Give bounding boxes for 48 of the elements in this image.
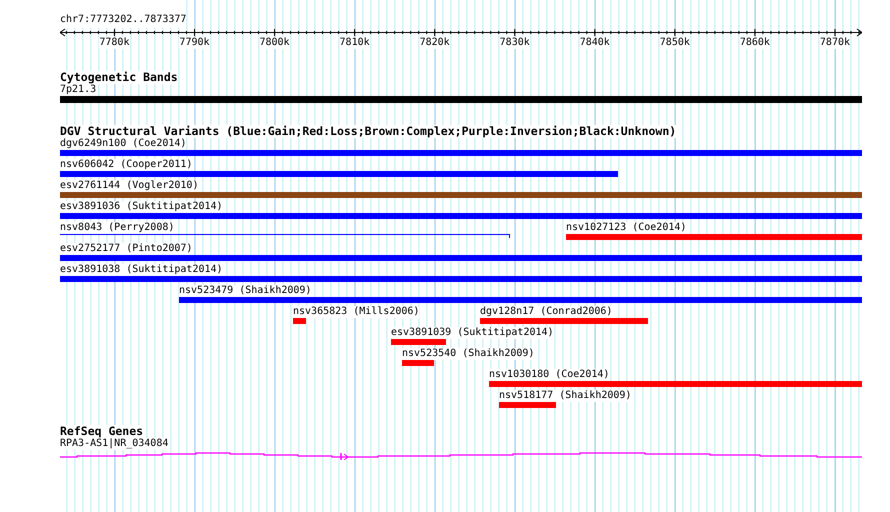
variant-label: esv2752177 (Pinto2007) bbox=[60, 243, 192, 255]
tick-label: 7840k bbox=[580, 37, 610, 49]
variant-bar[interactable] bbox=[60, 276, 862, 282]
variant-label: esv3891036 (Suktitipat2014) bbox=[60, 201, 223, 213]
variant-bar[interactable] bbox=[391, 339, 446, 345]
variant-bar[interactable] bbox=[293, 318, 306, 324]
variant-bar[interactable] bbox=[60, 213, 862, 219]
variant-bar[interactable] bbox=[566, 234, 862, 240]
variant-label: nsv1027123 (Coe2014) bbox=[566, 222, 686, 234]
variant-label: dgv6249n100 (Coe2014) bbox=[60, 138, 186, 150]
variant-label: nsv1030180 (Coe2014) bbox=[489, 369, 610, 381]
variant-bar[interactable] bbox=[60, 255, 862, 261]
variant-label: nsv523540 (Shaikh2009) bbox=[402, 348, 534, 360]
variant-bar[interactable] bbox=[179, 297, 862, 303]
tick-label: 7810k bbox=[340, 37, 370, 49]
variant-label: nsv8043 (Perry2008) bbox=[60, 222, 174, 234]
tick-label: 7820k bbox=[420, 37, 450, 49]
variant-label: nsv523479 (Shaikh2009) bbox=[179, 285, 312, 297]
tick-label: 7800k bbox=[259, 37, 290, 49]
cytoband-bar[interactable] bbox=[60, 96, 862, 103]
track-title: RefSeq Genes bbox=[60, 425, 144, 438]
variant-label: esv2761144 (Vogler2010) bbox=[60, 180, 198, 192]
tick-label: 7790k bbox=[179, 37, 210, 49]
variant-label: esv3891038 (Suktitipat2014) bbox=[60, 264, 223, 276]
variant-line[interactable] bbox=[60, 234, 510, 238]
tick-label: 7860k bbox=[740, 37, 770, 49]
band-label: 7p21.3 bbox=[60, 84, 96, 96]
variant-bar[interactable] bbox=[480, 318, 648, 324]
variant-bar[interactable] bbox=[60, 192, 862, 198]
tick-label: 7870k bbox=[820, 37, 850, 49]
track-title: Cytogenetic Bands bbox=[60, 71, 178, 84]
tick-label: 7850k bbox=[660, 37, 690, 49]
location-label: chr7:7773202..7873377 bbox=[60, 0, 186, 28]
variant-bar[interactable] bbox=[402, 360, 434, 366]
variant-bar[interactable] bbox=[60, 171, 618, 177]
variant-label: esv3891039 (Suktitipat2014) bbox=[391, 327, 554, 339]
track-title: DGV Structural Variants (Blue:Gain;Red:Loss;Brown:Complex;Purple:Inversion;Black:Unknown) bbox=[60, 125, 676, 138]
variant-label: dgv128n17 (Conrad2006) bbox=[480, 306, 612, 318]
variant-label: nsv606042 (Cooper2011) bbox=[60, 159, 192, 171]
variant-label: nsv365823 (Mills2006) bbox=[293, 306, 420, 318]
gene-label: RPA3-AS1|NR_034084 bbox=[60, 438, 168, 450]
gene-drawing[interactable] bbox=[60, 452, 862, 460]
variant-label: nsv518177 (Shaikh2009) bbox=[499, 390, 632, 402]
tick-label: 7780k bbox=[99, 37, 130, 49]
tick-label: 7830k bbox=[500, 37, 530, 49]
variant-bar[interactable] bbox=[60, 150, 862, 156]
variant-bar[interactable] bbox=[499, 402, 556, 408]
variant-bar[interactable] bbox=[489, 381, 862, 387]
